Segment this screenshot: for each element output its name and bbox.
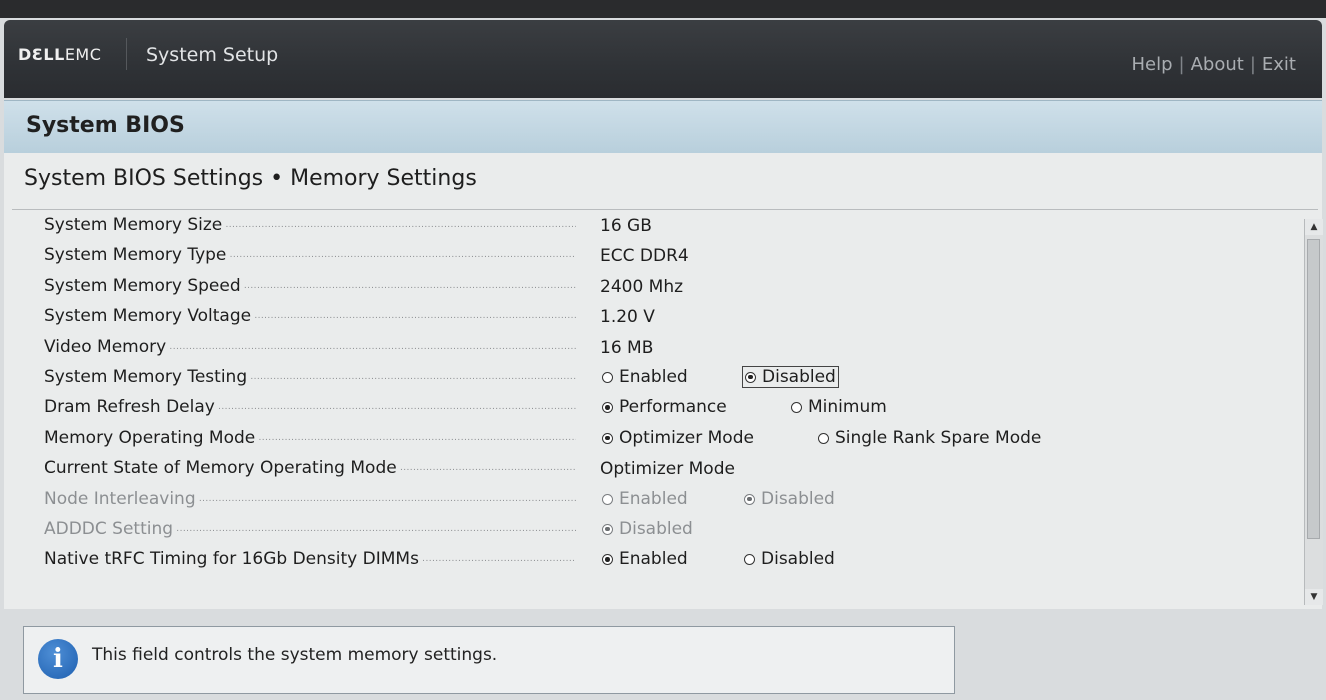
- setting-label: Native tRFC Timing for 16Gb Density DIMM…: [44, 549, 576, 569]
- link-separator: |: [1178, 54, 1185, 75]
- setting-row[interactable]: Memory Operating Mode Optimizer Mode Singl…: [44, 424, 1294, 454]
- setting-label: Current State of Memory Operating Mode: [44, 458, 576, 478]
- setting-label: Memory Operating Mode: [44, 428, 576, 448]
- monitor-top-edge: [0, 0, 1326, 18]
- setting-row: System Memory Size 16 GB: [44, 211, 1294, 241]
- help-info-box: i This field controls the system memory …: [23, 626, 955, 694]
- info-icon: i: [38, 639, 78, 679]
- setting-value: 2400 Mhz: [600, 276, 684, 297]
- setting-label: Node Interleaving: [44, 489, 576, 509]
- setting-label: ADDDC Setting: [44, 519, 576, 539]
- setting-row: System Memory Voltage 1.20 V: [44, 302, 1294, 332]
- setting-value: 16 GB: [600, 216, 652, 236]
- radio-option[interactable]: Minimum: [789, 397, 889, 417]
- about-link[interactable]: About: [1191, 54, 1244, 75]
- setting-row: Current State of Memory Operating Mode Op…: [44, 454, 1294, 484]
- setting-label: System Memory Testing: [44, 367, 576, 387]
- radio-unselected-icon: [602, 493, 613, 505]
- radio-option: Disabled: [742, 489, 837, 509]
- radio-option-label: Enabled: [619, 366, 688, 387]
- setting-row: Node Interleaving Enabled Disabled: [44, 485, 1294, 515]
- setting-label: Dram Refresh Delay: [44, 397, 576, 417]
- radio-option-label: Optimizer Mode: [619, 427, 754, 448]
- radio-option[interactable]: Optimizer Mode: [600, 428, 756, 448]
- radio-option-label: Enabled: [619, 488, 688, 509]
- radio-option[interactable]: Disabled: [742, 365, 839, 388]
- settings-panel: System BIOS Settings • Memory Settings S…: [4, 153, 1323, 609]
- dell-emc-logo: DƐLLEMC: [18, 45, 102, 64]
- radio-unselected-icon[interactable]: [744, 554, 755, 566]
- radio-option-label: Single Rank Spare Mode: [835, 427, 1042, 448]
- radio-selected-icon: [744, 493, 755, 505]
- scroll-up-arrow-icon[interactable]: ▲: [1305, 219, 1323, 235]
- setting-row[interactable]: System Memory Testing Enabled Disabled: [44, 363, 1294, 393]
- radio-option-label: Performance: [619, 397, 727, 418]
- radio-option[interactable]: Performance: [600, 397, 729, 417]
- radio-option[interactable]: Disabled: [742, 549, 837, 569]
- scrollbar[interactable]: ▲ ▼: [1304, 219, 1323, 605]
- setting-value: 16 MB: [600, 337, 654, 358]
- setting-label: System Memory Voltage: [44, 306, 576, 326]
- setting-value: Optimizer Mode: [600, 459, 735, 480]
- radio-unselected-icon[interactable]: [602, 371, 613, 383]
- radio-unselected-icon[interactable]: [791, 402, 802, 414]
- setting-row[interactable]: Native tRFC Timing for 16Gb Density DIMM…: [44, 545, 1294, 575]
- help-link[interactable]: Help: [1131, 54, 1172, 75]
- radio-selected-icon[interactable]: [602, 432, 613, 444]
- radio-selected-icon[interactable]: [745, 371, 756, 383]
- radio-option-label: Disabled: [762, 366, 836, 387]
- radio-option-label: Enabled: [619, 549, 688, 570]
- header-divider: [126, 38, 127, 70]
- radio-unselected-icon[interactable]: [818, 432, 829, 444]
- radio-option-label: Disabled: [761, 549, 835, 570]
- header-links: Help | About | Exit: [1131, 54, 1296, 75]
- setting-label: System Memory Type: [44, 245, 576, 265]
- radio-option[interactable]: Enabled: [600, 367, 690, 387]
- radio-selected-icon[interactable]: [602, 554, 613, 566]
- exit-link[interactable]: Exit: [1262, 54, 1296, 75]
- scrollbar-thumb[interactable]: [1307, 239, 1320, 539]
- page-title-bar: System BIOS: [4, 100, 1322, 154]
- setting-value: 1.20 V: [600, 307, 655, 328]
- setting-label: System Memory Size: [44, 215, 576, 235]
- setting-row[interactable]: Dram Refresh Delay Performance Minimum: [44, 393, 1294, 423]
- setting-value: ECC DDR4: [600, 246, 689, 267]
- radio-option[interactable]: Enabled: [600, 549, 690, 569]
- panel-divider: [12, 209, 1318, 210]
- setting-row: System Memory Speed 2400 Mhz: [44, 272, 1294, 302]
- radio-selected-icon[interactable]: [602, 402, 613, 414]
- radio-option-label: Minimum: [808, 397, 887, 418]
- settings-list: System Memory Size 16 GB System Memory Typ…: [44, 211, 1294, 576]
- radio-option: Enabled: [600, 489, 690, 509]
- setting-row: ADDDC Setting Disabled: [44, 515, 1294, 545]
- radio-option[interactable]: Single Rank Spare Mode: [816, 428, 1043, 448]
- radio-option-label: Disabled: [619, 518, 693, 539]
- link-separator: |: [1249, 54, 1256, 75]
- app-title: System Setup: [146, 44, 279, 66]
- setting-row: System Memory Type ECC DDR4: [44, 241, 1294, 271]
- help-text: This field controls the system memory se…: [92, 645, 498, 665]
- setting-label: Video Memory: [44, 337, 576, 357]
- app-header: DƐLLEMC System Setup Help | About | Exit: [4, 20, 1322, 98]
- radio-selected-icon: [602, 523, 613, 535]
- breadcrumb: System BIOS Settings • Memory Settings: [24, 166, 477, 191]
- setting-row: Video Memory 16 MB: [44, 333, 1294, 363]
- radio-option-label: Disabled: [761, 488, 835, 509]
- page-title: System BIOS: [26, 113, 185, 138]
- radio-option: Disabled: [600, 519, 695, 539]
- setting-label: System Memory Speed: [44, 276, 576, 296]
- scroll-down-arrow-icon[interactable]: ▼: [1305, 589, 1323, 605]
